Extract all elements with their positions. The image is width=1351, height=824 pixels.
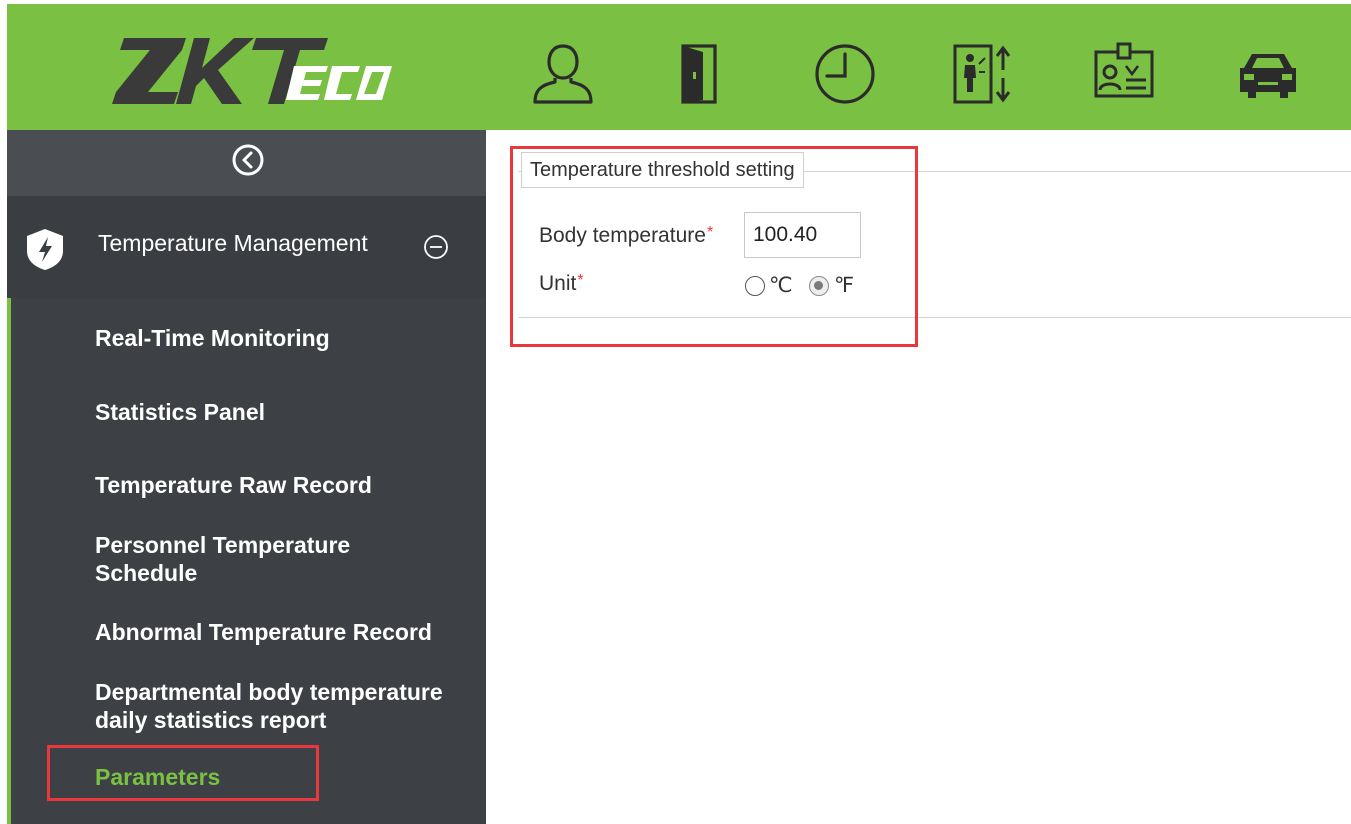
module-title: Temperature Management	[98, 230, 368, 256]
unit-fahrenheit-radio[interactable]	[809, 276, 829, 296]
fieldset-border-bottom	[518, 317, 1351, 318]
visitor-badge-icon[interactable]	[1088, 38, 1160, 110]
shield-lightning-icon	[25, 227, 65, 271]
unit-label: Unit*	[539, 272, 584, 296]
sidebar: Temperature Management Real-Time Monitor…	[7, 130, 486, 824]
sidebar-item-departmental-daily-report[interactable]: Departmental body temperature daily stat…	[95, 678, 485, 734]
main-content: Temperature threshold setting Body tempe…	[486, 130, 1351, 824]
body-temperature-input[interactable]	[744, 212, 861, 258]
sidebar-item-parameters[interactable]: Parameters	[95, 763, 485, 791]
body-temperature-label-text: Body temperature	[539, 224, 706, 247]
sidebar-item-abnormal-temperature-record[interactable]: Abnormal Temperature Record	[95, 618, 485, 646]
sidebar-item-real-time-monitoring[interactable]: Real-Time Monitoring	[95, 324, 485, 352]
fieldset-legend: Temperature threshold setting	[521, 152, 804, 188]
required-mark: *	[706, 224, 714, 241]
zkteco-logo	[110, 34, 395, 108]
car-icon[interactable]	[1232, 38, 1304, 110]
app-window: Temperature Management Real-Time Monitor…	[0, 0, 1351, 824]
body-temperature-label: Body temperature*	[539, 224, 713, 248]
minus-circle-icon[interactable]	[423, 234, 449, 260]
module-temperature-management[interactable]: Temperature Management	[7, 196, 486, 298]
unit-fahrenheit-label[interactable]: ℉	[834, 273, 854, 298]
elevator-icon[interactable]	[945, 38, 1017, 110]
unit-label-text: Unit	[539, 272, 577, 295]
menu-list: Real-Time Monitoring Statistics Panel Te…	[7, 298, 486, 824]
top-header	[7, 4, 1351, 130]
person-icon[interactable]	[527, 38, 599, 110]
door-icon[interactable]	[663, 38, 735, 110]
sidebar-item-statistics-panel[interactable]: Statistics Panel	[95, 398, 485, 426]
chevron-left-circle-icon[interactable]	[231, 143, 265, 177]
required-mark: *	[577, 272, 584, 289]
unit-celsius-label[interactable]: ℃	[769, 273, 793, 298]
clock-icon[interactable]	[809, 38, 881, 110]
sidebar-item-temperature-raw-record[interactable]: Temperature Raw Record	[95, 471, 485, 499]
sidebar-collapse-bar	[7, 130, 486, 196]
unit-celsius-radio[interactable]	[745, 276, 765, 296]
sidebar-item-personnel-temperature-schedule[interactable]: Personnel Temperature Schedule	[95, 531, 395, 587]
